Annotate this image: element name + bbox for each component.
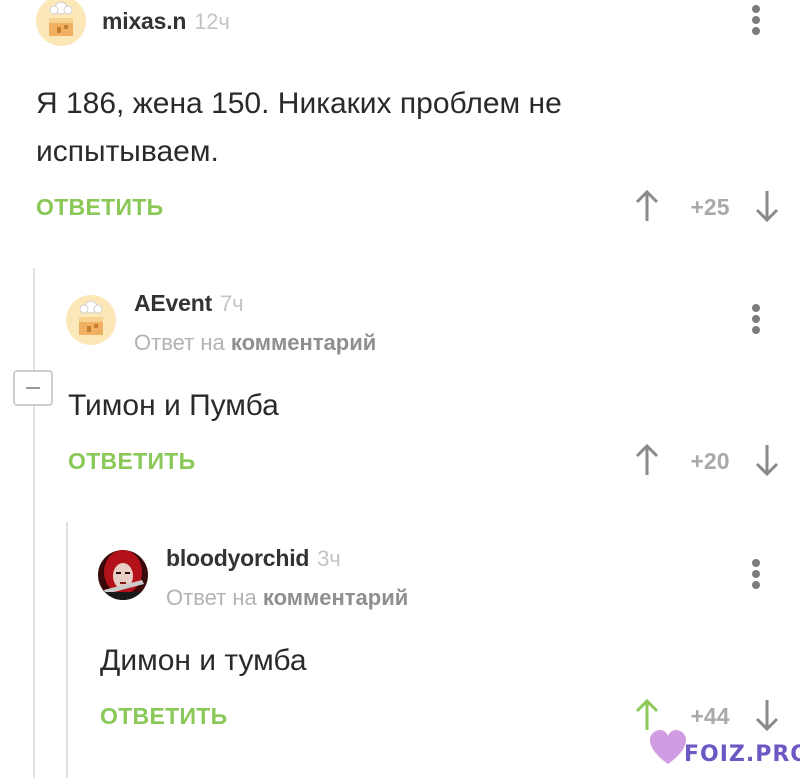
author-name[interactable]: AEvent 7ч <box>134 290 244 317</box>
reply-to-meta: Ответ на комментарий <box>166 585 409 610</box>
more-options-icon[interactable] <box>746 3 766 39</box>
author-name[interactable]: mixas.n 12ч <box>102 8 230 35</box>
upvote-arrow-icon[interactable] <box>634 442 660 478</box>
reply-button[interactable]: ОТВЕТИТЬ <box>36 194 163 221</box>
comment-time: 3ч <box>317 546 341 571</box>
downvote-arrow-icon[interactable] <box>754 188 780 224</box>
reply-button[interactable]: ОТВЕТИТЬ <box>100 703 227 730</box>
comment-body: Я 186, жена 150. Никаких проблем не испы… <box>36 87 562 168</box>
comment-body: Димон и тумба <box>100 644 307 677</box>
comment-mixas: mixas.n 12ч Я 186, жена 150. Никаких проб… <box>0 0 800 250</box>
more-options-icon[interactable] <box>746 557 766 593</box>
reply-to-meta: Ответ на комментарий <box>134 330 377 355</box>
parent-comment-link[interactable]: комментарий <box>263 585 408 610</box>
more-options-icon[interactable] <box>746 302 766 338</box>
watermark-logo: FOIZ.PRO <box>646 724 800 778</box>
vote-score: +20 <box>690 448 730 474</box>
author-username[interactable]: AEvent <box>134 290 212 316</box>
avatar[interactable] <box>66 295 116 345</box>
watermark-text: FOIZ.PRO <box>684 742 800 767</box>
vote-widget: +25 <box>634 188 784 228</box>
author-username[interactable]: bloodyorchid <box>166 545 309 571</box>
vote-widget: +20 <box>634 442 784 482</box>
comment-time: 7ч <box>220 291 244 316</box>
red-hair-portrait-icon <box>98 550 148 600</box>
cake-avatar-icon <box>66 295 116 345</box>
comment-aevent: AEvent 7ч Ответ на комментарий Тимон и Пу… <box>0 280 800 510</box>
downvote-arrow-icon[interactable] <box>754 442 780 478</box>
reply-button[interactable]: ОТВЕТИТЬ <box>68 448 195 475</box>
comment-time: 12ч <box>194 9 230 34</box>
parent-comment-link[interactable]: комментарий <box>231 330 376 355</box>
upvote-arrow-icon[interactable] <box>634 188 660 224</box>
cake-avatar-icon <box>36 0 86 46</box>
vote-score: +25 <box>690 194 730 220</box>
author-name[interactable]: bloodyorchid 3ч <box>166 545 341 572</box>
avatar[interactable] <box>98 550 148 600</box>
heart-icon <box>650 730 686 764</box>
comment-body: Тимон и Пумба <box>68 389 279 422</box>
author-username[interactable]: mixas.n <box>102 8 186 34</box>
avatar[interactable] <box>36 0 86 46</box>
